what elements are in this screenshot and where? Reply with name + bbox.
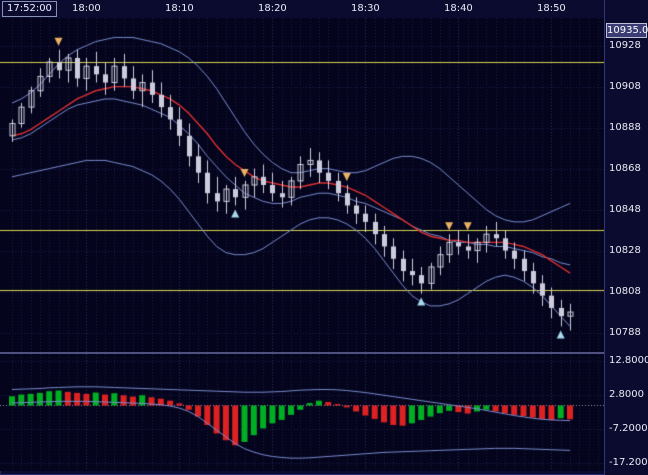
- price-axis-label: 10888: [609, 122, 641, 134]
- indicator-chart-canvas[interactable]: [0, 354, 604, 471]
- price-chart-canvas[interactable]: [0, 18, 604, 352]
- price-axis-label: 10928: [609, 40, 641, 52]
- trading-chart-window: 17:52:00 18:0018:1018:2018:3018:4018:50 …: [0, 0, 648, 475]
- indicator-axis-label: 12.8000: [609, 355, 648, 367]
- time-axis-label: 18:00: [68, 3, 104, 14]
- time-axis-label: 18:10: [161, 3, 197, 14]
- price-axis-label: 10788: [609, 327, 641, 339]
- price-axis-label: 10868: [609, 163, 641, 175]
- indicator-axis-label: 2.8000: [609, 389, 644, 401]
- time-axis-label: 18:20: [254, 3, 290, 14]
- time-axis[interactable]: 17:52:00 18:00 18:10 18:20 18:30 18:40 18:50: [0, 0, 604, 18]
- time-axis-label: 18:30: [347, 3, 383, 14]
- price-level-badge: 10935.0: [606, 23, 647, 38]
- chart-start-time-box: 17:52:00: [2, 1, 57, 17]
- price-axis-label: 10908: [609, 81, 641, 93]
- indicator-axis-label: -7.2000: [609, 423, 648, 435]
- price-axis-label: 10808: [609, 286, 641, 298]
- time-axis-label: 18:50: [533, 3, 569, 14]
- indicator-axis-label: -17.2000: [609, 457, 648, 469]
- price-axis-label: 10828: [609, 245, 641, 257]
- price-axis[interactable]: 10935.0 10928 10908 10888 10868 10848 10828 10…: [604, 0, 648, 475]
- time-axis-label: 18:40: [440, 3, 476, 14]
- price-axis-label: 10848: [609, 204, 641, 216]
